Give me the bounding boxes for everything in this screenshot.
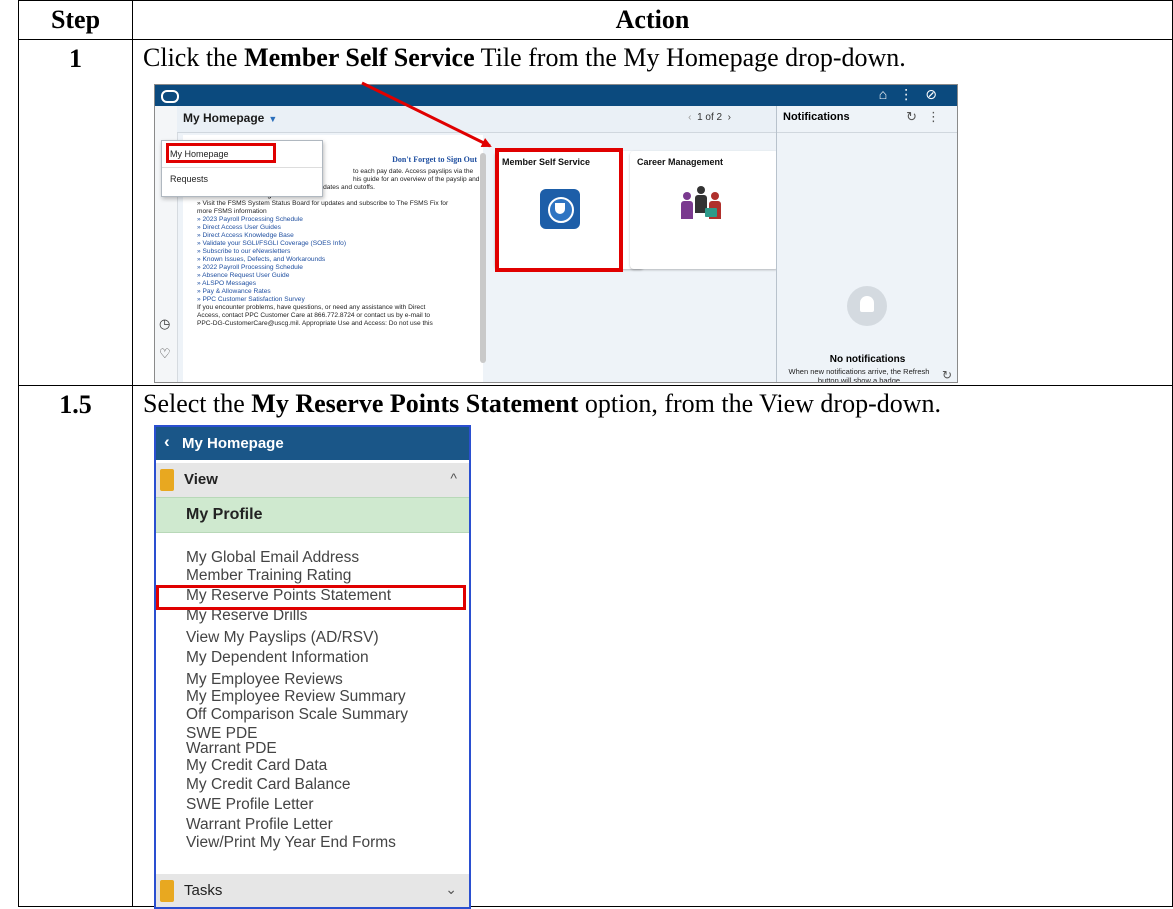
news-line[interactable]: » Absence Request User Guide	[197, 272, 289, 280]
menu-item-my-profile[interactable]: My Profile	[156, 497, 469, 533]
menu-header: ‹ My Homepage	[156, 427, 469, 460]
section-label: Tasks	[184, 882, 223, 899]
menu-item[interactable]: My Dependent Information	[186, 649, 369, 666]
menu-item[interactable]: View/Print My Year End Forms	[186, 834, 396, 851]
career-management-tile[interactable]: Career Management	[630, 151, 779, 269]
news-line[interactable]: » ALSPO Messages	[197, 280, 256, 288]
section-label: View	[184, 471, 218, 488]
navbar-icon[interactable]: ⊘	[925, 86, 949, 102]
news-line[interactable]: » Validate your SGLI/FSGLI Coverage (SOE…	[197, 240, 346, 248]
step-number: 1.5	[18, 385, 133, 907]
news-line: more FSMS information	[197, 208, 267, 215]
menu-item[interactable]: Off Comparison Scale Summary	[186, 706, 408, 723]
page-indicator[interactable]: ‹ 1 of 2 ›	[688, 112, 731, 123]
caret-down-icon: ▼	[268, 114, 278, 124]
empty-state-message: When new notifications arrive, the Refre…	[788, 367, 930, 383]
menu-item[interactable]: My Employee Reviews	[186, 671, 343, 688]
menu-item[interactable]: My Global Email Address	[186, 549, 359, 566]
callout-highlight	[156, 585, 466, 610]
news-line[interactable]: » Pay & Allowance Rates	[197, 288, 271, 296]
news-line: Access, contact PPC Customer Care at 866…	[197, 312, 431, 319]
news-line: to each pay date. Access payslips via th…	[353, 168, 474, 175]
menu-item[interactable]: My Employee Review Summary	[186, 688, 406, 705]
home-icon[interactable]: ⌂	[879, 86, 899, 102]
bell-icon	[847, 286, 887, 326]
menu-item[interactable]: Member Training Rating	[186, 567, 351, 584]
news-line: If you encounter problems, have question…	[197, 304, 426, 311]
top-banner: ⌂⋮⊘	[155, 85, 957, 106]
table-header-row: Step Action	[18, 0, 1173, 40]
recent-places-icon[interactable]: ◷	[159, 316, 170, 332]
notifications-panel: Notifications ↻⋮ No notifications When n…	[776, 106, 957, 383]
tile-title: Career Management	[637, 157, 724, 167]
callout-highlight	[166, 143, 276, 163]
chevron-up-icon: ^	[450, 470, 457, 486]
back-chevron-icon[interactable]: ‹	[164, 432, 170, 452]
tasks-section-toggle[interactable]: Tasks ⌄	[156, 874, 469, 907]
emphasis-text: My Reserve Points Statement	[251, 389, 579, 418]
step-number: 1	[18, 39, 133, 386]
more-options-icon[interactable]: ⋮	[927, 109, 950, 124]
news-line[interactable]: » PPC Customer Satisfaction Survey	[197, 296, 305, 304]
chevron-left-icon[interactable]: ‹	[688, 112, 691, 123]
homepage-screenshot: ⌂⋮⊘ ◷ ♡ My Homepage ▼ ‹ 1 of 2 › Don't Fo…	[154, 84, 958, 383]
people-group-icon	[677, 186, 737, 236]
homepage-selector[interactable]: My Homepage ▼	[183, 111, 277, 125]
action-instruction: Select the My Reserve Points Statement o…	[143, 389, 942, 418]
empty-state-title: No notifications	[829, 354, 906, 365]
menu-item[interactable]: My Credit Card Balance	[186, 776, 351, 793]
chevron-right-icon[interactable]: ›	[728, 112, 731, 123]
news-line: » Visit the FSMS System Status Board for…	[197, 200, 449, 207]
news-line[interactable]: » Direct Access Knowledge Base	[197, 232, 294, 240]
news-line[interactable]: » 2022 Payroll Processing Schedule	[197, 264, 303, 272]
more-options-icon[interactable]: ⋮	[899, 86, 925, 102]
divider	[777, 132, 957, 133]
homepage-header: My Homepage ▼ ‹ 1 of 2 ›	[177, 106, 776, 133]
news-line: PPC-DG-CustomerCare@uscg.mil. Appropriat…	[197, 320, 433, 327]
emphasis-text: Member Self Service	[244, 43, 475, 72]
news-scrollbar[interactable]	[480, 153, 486, 363]
refresh-icon[interactable]: ↻	[906, 109, 927, 124]
folder-icon	[160, 880, 174, 902]
chevron-down-icon: ⌄	[445, 881, 457, 897]
app-logo-icon	[161, 90, 179, 103]
divider	[162, 167, 322, 168]
menu-item[interactable]: My Credit Card Data	[186, 757, 327, 774]
news-line[interactable]: » 2023 Payroll Processing Schedule	[197, 216, 303, 224]
news-heading: Don't Forget to Sign Out	[392, 155, 477, 164]
action-header: Action	[132, 0, 1173, 40]
menu-item[interactable]: Warrant PDE	[186, 740, 277, 757]
view-section-toggle[interactable]: View ^	[156, 463, 469, 498]
homepage-dropdown: My Homepage Requests	[161, 140, 323, 197]
dropdown-item-requests[interactable]: Requests	[170, 174, 208, 184]
view-menu-screenshot: ‹ My Homepage View ^ My Profile My Globa…	[154, 425, 471, 909]
news-line: his guide for an overview of the payslip…	[353, 176, 480, 183]
favorites-heart-icon[interactable]: ♡	[159, 346, 171, 362]
step-header: Step	[18, 0, 133, 40]
news-line[interactable]: » Subscribe to our eNewsletters	[197, 248, 290, 256]
notifications-title: Notifications	[783, 111, 850, 123]
news-line[interactable]: » Direct Access User Guides	[197, 224, 281, 232]
menu-item[interactable]: View My Payslips (AD/RSV)	[186, 629, 379, 646]
menu-item[interactable]: SWE Profile Letter	[186, 796, 314, 813]
news-line[interactable]: » Known Issues, Defects, and Workarounds	[197, 256, 325, 264]
folder-icon	[160, 469, 174, 491]
back-to-homepage-link[interactable]: My Homepage	[182, 435, 284, 452]
action-instruction: Click the Member Self Service Tile from …	[143, 43, 906, 72]
menu-item-label: My Profile	[186, 506, 263, 523]
callout-highlight	[495, 148, 623, 272]
refresh-icon[interactable]: ↻	[942, 368, 952, 382]
menu-item[interactable]: Warrant Profile Letter	[186, 816, 333, 833]
